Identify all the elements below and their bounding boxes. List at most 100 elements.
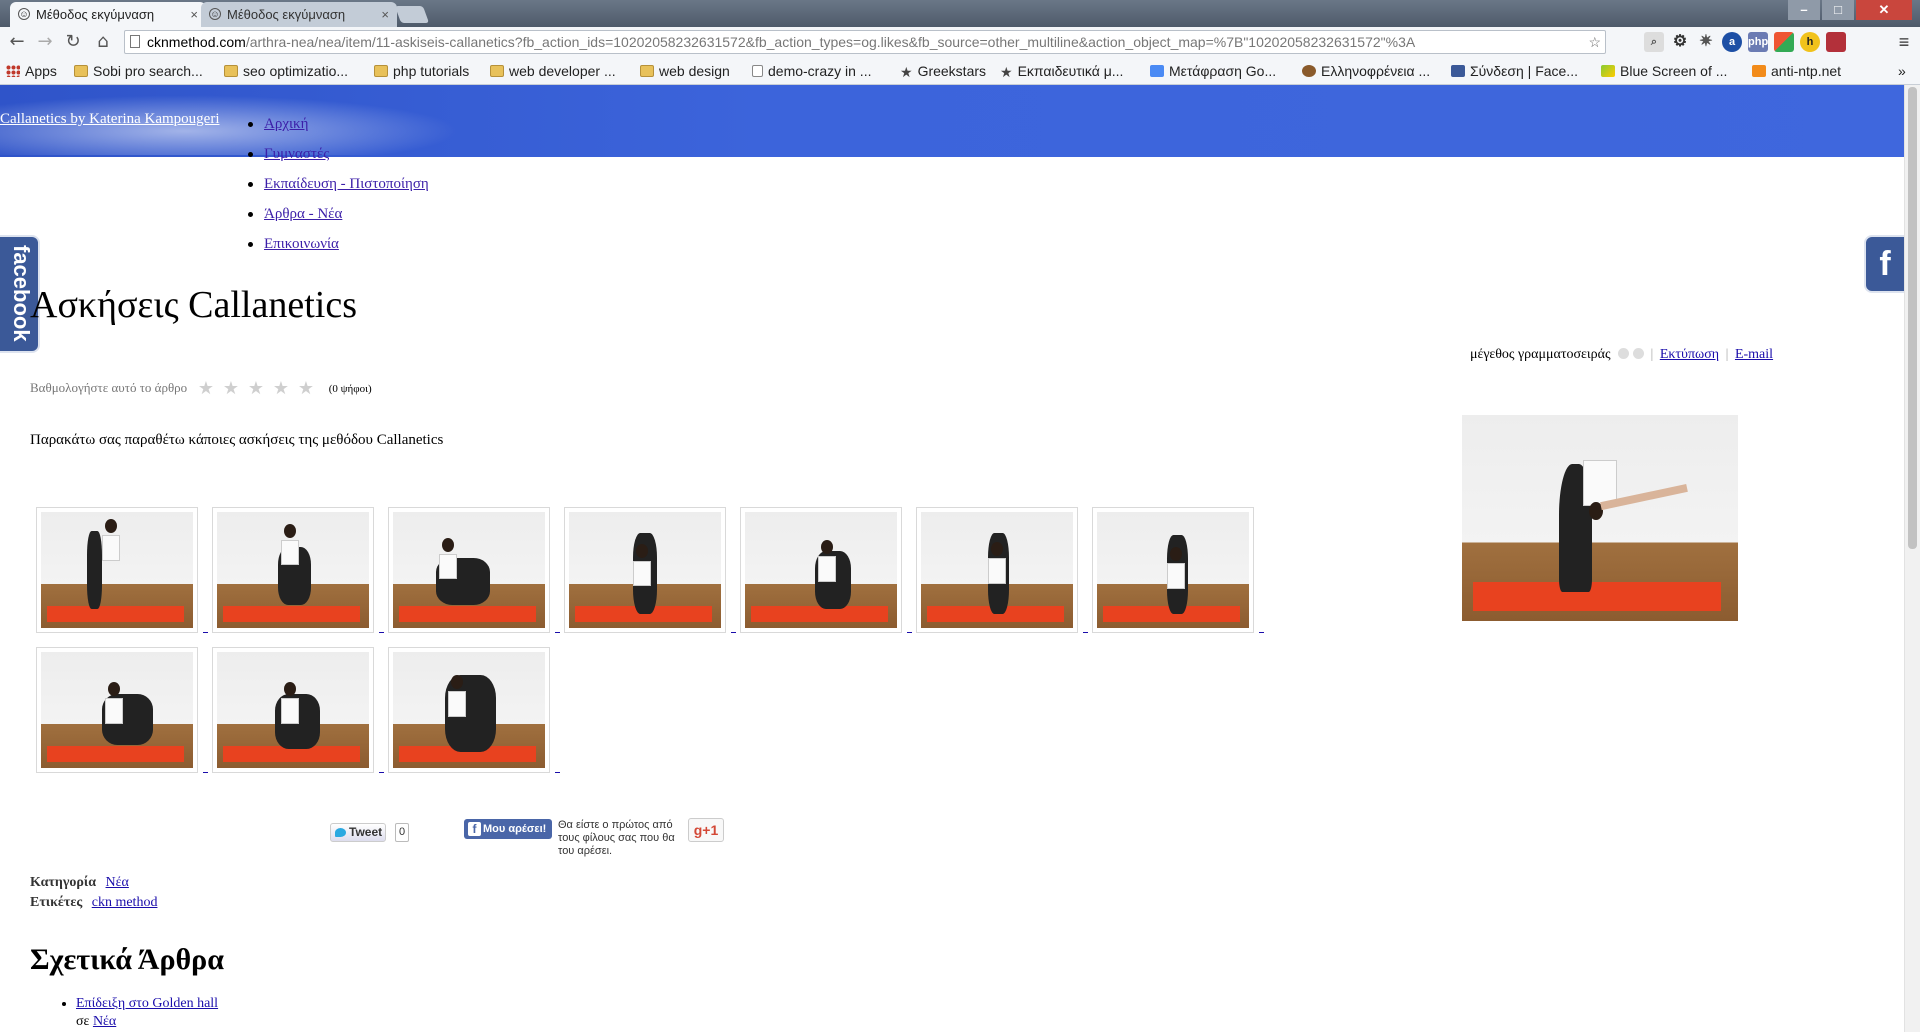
gallery-thumbnail[interactable] bbox=[388, 507, 550, 633]
forward-icon[interactable]: → bbox=[34, 31, 56, 53]
related-article-category[interactable]: Νέα bbox=[93, 1014, 116, 1029]
scrollbar-thumb[interactable] bbox=[1908, 87, 1917, 549]
exercise-photo bbox=[393, 512, 545, 628]
home-icon[interactable]: ⌂ bbox=[92, 31, 114, 53]
tab-inactive[interactable]: ☺ Μέθοδος εκγύμναση × bbox=[201, 2, 397, 27]
facebook-f-icon[interactable]: f bbox=[1864, 235, 1904, 293]
gallery-thumbnail[interactable] bbox=[740, 507, 902, 633]
gallery-thumbnail[interactable] bbox=[1092, 507, 1254, 633]
bookmark-label: Σύνδεση | Face... bbox=[1470, 63, 1578, 79]
bookmark-label: Blue Screen of ... bbox=[1620, 63, 1728, 79]
nav-link-contact[interactable]: Επικοινωνία bbox=[264, 236, 339, 252]
address-bar[interactable]: cknmethod.com/arthra-nea/nea/item/11-ask… bbox=[124, 30, 1606, 54]
article-tools: μέγεθος γραμματοσειράς | Εκτύπωση | E-ma… bbox=[1470, 347, 1774, 362]
bookmark-folder[interactable]: seo optimizatio... bbox=[224, 61, 348, 81]
tab-strip: ☺ Μέθοδος εκγύμναση × ☺ Μέθοδος εκγύμνασ… bbox=[0, 0, 1920, 27]
bookmark-label: web design bbox=[659, 63, 730, 79]
gallery-link[interactable] bbox=[1259, 632, 1264, 633]
bug-icon[interactable]: ✷ bbox=[1696, 32, 1716, 52]
back-icon[interactable]: ← bbox=[6, 31, 28, 53]
nav-link-articles[interactable]: Άρθρα - Νέα bbox=[264, 206, 342, 222]
gallery-link[interactable] bbox=[203, 632, 208, 633]
font-increase-icon[interactable] bbox=[1633, 348, 1644, 359]
page-viewport: Callanetics by Katerina Kampougeri Αρχικ… bbox=[0, 85, 1920, 1032]
gallery-thumbnail[interactable] bbox=[916, 507, 1078, 633]
tag-link[interactable]: ckn method bbox=[92, 895, 158, 910]
close-window-button[interactable]: ✕ bbox=[1856, 0, 1912, 20]
maximize-button[interactable]: □ bbox=[1822, 0, 1854, 20]
site-favicon-icon: ☺ bbox=[18, 8, 30, 20]
bookmark-facebook[interactable]: Σύνδεση | Face... bbox=[1451, 61, 1578, 81]
translate-icon bbox=[1150, 65, 1164, 77]
bookmark-star[interactable]: ★ Greekstars bbox=[900, 61, 986, 81]
bookmark-label: Greekstars bbox=[917, 63, 987, 79]
related-article-link[interactable]: Επίδειξη στο Golden hall bbox=[76, 996, 218, 1011]
gallery-link[interactable] bbox=[555, 772, 560, 773]
search-icon[interactable]: ⌕ bbox=[1644, 32, 1664, 52]
bookmark-apps[interactable]: Apps bbox=[6, 61, 57, 81]
bookmark-site[interactable]: Ελληνοφρένεια ... bbox=[1302, 61, 1430, 81]
bookmark-site[interactable]: Blue Screen of ... bbox=[1601, 61, 1727, 81]
minimize-button[interactable]: – bbox=[1788, 0, 1820, 20]
gallery-link[interactable] bbox=[379, 772, 384, 773]
rating-star-icon[interactable]: ★ bbox=[196, 378, 215, 399]
rating-label: Βαθμολογήστε αυτό το άρθρο bbox=[30, 380, 188, 395]
reload-icon[interactable]: ↻ bbox=[62, 31, 84, 53]
bookmark-page[interactable]: demo-crazy in ... bbox=[752, 61, 871, 81]
gallery-thumbnail[interactable] bbox=[212, 647, 374, 773]
bookmark-folder[interactable]: web design bbox=[640, 61, 730, 81]
email-link[interactable]: E-mail bbox=[1735, 347, 1773, 362]
gallery-link[interactable] bbox=[203, 772, 208, 773]
bookmark-star[interactable]: ★ Εκπαιδευτικά μ... bbox=[1000, 61, 1123, 81]
font-decrease-icon[interactable] bbox=[1618, 348, 1629, 359]
tweet-button[interactable]: Tweet bbox=[330, 823, 386, 842]
rating-star-icon[interactable]: ★ bbox=[221, 378, 240, 399]
bookmark-folder[interactable]: web developer ... bbox=[490, 61, 616, 81]
gallery-thumbnail[interactable] bbox=[388, 647, 550, 773]
menu-icon[interactable]: ≡ bbox=[1894, 32, 1914, 52]
google-plus-button[interactable]: g+1 bbox=[688, 818, 724, 842]
category-link[interactable]: Νέα bbox=[106, 875, 129, 890]
extension-a-icon[interactable]: a bbox=[1722, 32, 1742, 52]
exercise-photo bbox=[921, 512, 1073, 628]
bookmark-folder[interactable]: Sobi pro search... bbox=[74, 61, 203, 81]
bookmark-star-icon[interactable]: ☆ bbox=[1588, 31, 1601, 53]
gallery-link[interactable] bbox=[731, 632, 736, 633]
rating-star-icon[interactable]: ★ bbox=[296, 378, 315, 399]
nav-item: Άρθρα - Νέα bbox=[248, 205, 429, 235]
rating-star-icon[interactable]: ★ bbox=[246, 378, 265, 399]
nav-link-home[interactable]: Αρχική bbox=[264, 116, 308, 132]
color-extension-icon[interactable] bbox=[1774, 32, 1794, 52]
tab-active[interactable]: ☺ Μέθοδος εκγύμναση × bbox=[10, 2, 206, 27]
bookmark-folder[interactable]: php tutorials bbox=[374, 61, 469, 81]
gear-icon[interactable]: ⚙ bbox=[1670, 32, 1690, 52]
gallery-thumbnail[interactable] bbox=[564, 507, 726, 633]
bookmark-label: Sobi pro search... bbox=[93, 63, 203, 79]
bookmark-translate[interactable]: Μετάφραση Go... bbox=[1150, 61, 1276, 81]
red-extension-icon[interactable] bbox=[1826, 32, 1846, 52]
page-scrollbar[interactable] bbox=[1904, 85, 1920, 1032]
gallery-link[interactable] bbox=[379, 632, 384, 633]
tab-close-icon[interactable]: × bbox=[381, 2, 389, 27]
h-extension-icon[interactable]: h bbox=[1800, 32, 1820, 52]
bookmarks-more[interactable]: » bbox=[1898, 61, 1906, 81]
gallery-link[interactable] bbox=[907, 632, 912, 633]
facebook-like-button[interactable]: Μου αρέσει! bbox=[464, 819, 552, 839]
exercise-photo bbox=[1097, 512, 1249, 628]
rating-star-icon[interactable]: ★ bbox=[271, 378, 290, 399]
new-tab-button[interactable] bbox=[394, 6, 430, 23]
tab-close-icon[interactable]: × bbox=[190, 2, 198, 27]
gallery-thumbnail[interactable] bbox=[36, 647, 198, 773]
vote-count: (0 ψήφοι) bbox=[328, 383, 372, 395]
gallery-link[interactable] bbox=[555, 632, 560, 633]
gallery-thumbnail[interactable] bbox=[36, 507, 198, 633]
gallery-link[interactable] bbox=[1083, 632, 1088, 633]
nav-link-trainers[interactable]: Γυμναστές bbox=[264, 146, 329, 162]
gallery-thumbnail[interactable] bbox=[212, 507, 374, 633]
nav-link-training[interactable]: Εκπαίδευση - Πιστοποίηση bbox=[264, 176, 429, 192]
site-title-link[interactable]: Callanetics by Katerina Kampougeri bbox=[0, 111, 220, 128]
print-link[interactable]: Εκτύπωση bbox=[1660, 347, 1719, 362]
folder-icon bbox=[640, 65, 654, 77]
php-extension-icon[interactable]: php bbox=[1748, 32, 1768, 52]
bookmark-site[interactable]: anti-ntp.net bbox=[1752, 61, 1841, 81]
